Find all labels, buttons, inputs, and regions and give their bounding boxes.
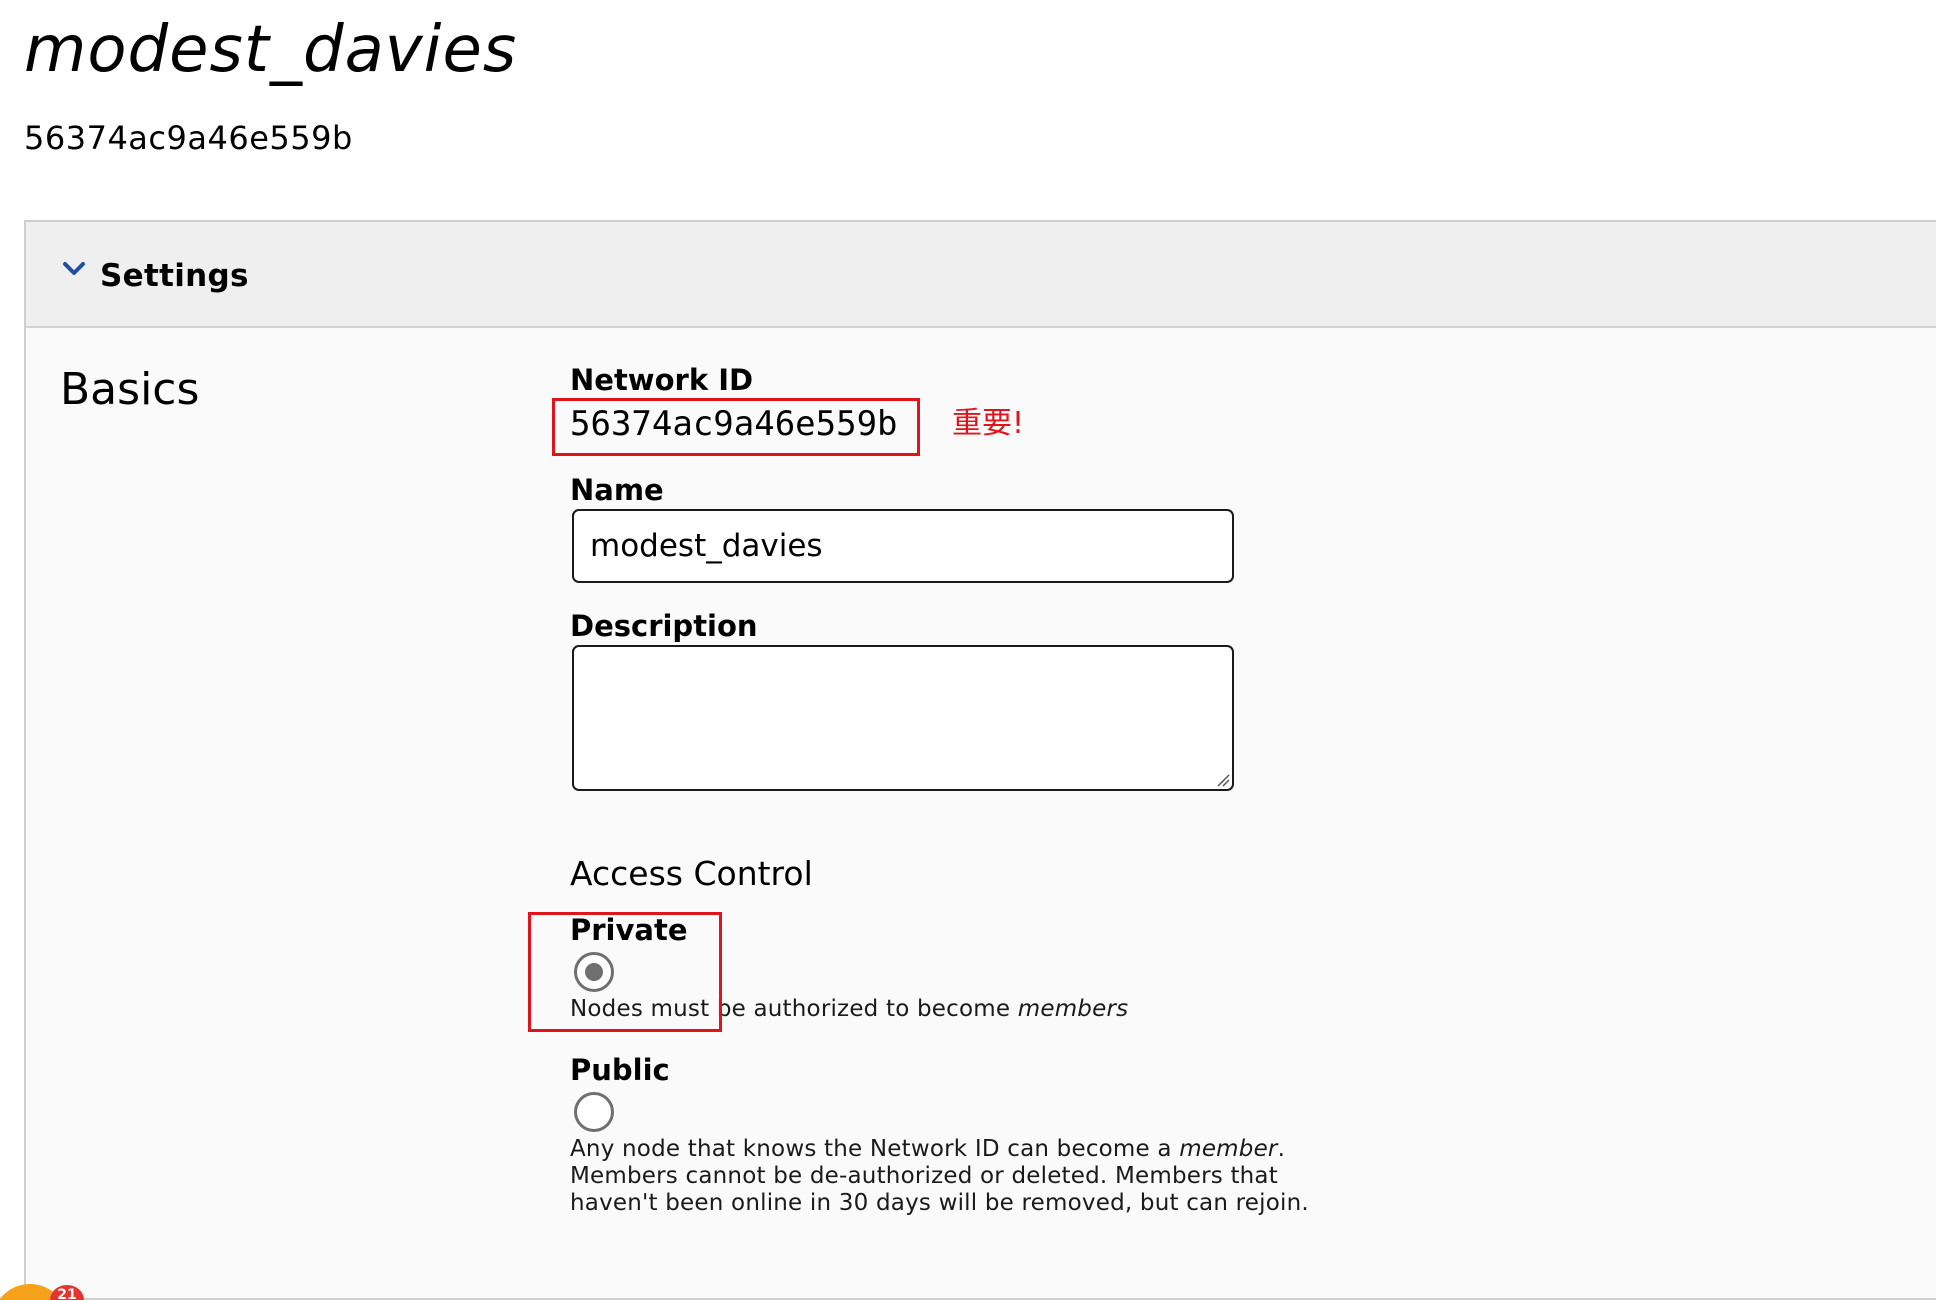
page-network-id: 56374ac9a46e559b [24, 119, 353, 157]
basics-section-title: Basics [60, 364, 200, 415]
resize-grip-icon[interactable] [1216, 773, 1230, 787]
name-label: Name [570, 473, 664, 507]
public-desc-line-1: Any node that knows the Network ID can b… [570, 1136, 1330, 1163]
description-label: Description [570, 609, 758, 643]
network-id-label: Network ID [570, 363, 754, 397]
public-desc-line-1-text: Any node that knows the Network ID can b… [570, 1136, 1180, 1162]
chevron-down-icon [63, 262, 85, 275]
public-desc-line-3: haven't been online in 30 days will be r… [570, 1190, 1309, 1216]
network-settings-page: modest_davies 56374ac9a46e559b Settings … [0, 0, 1936, 1300]
private-desc-emphasis: members [1017, 996, 1129, 1022]
public-desc-line-2: Members cannot be de-authorized or delet… [570, 1163, 1278, 1189]
public-desc-emphasis: member [1179, 1136, 1278, 1162]
public-desc-line-1-end: . [1277, 1136, 1286, 1162]
name-input[interactable] [572, 509, 1234, 583]
description-textarea[interactable] [572, 645, 1234, 791]
settings-panel: Settings Basics Network ID 56374ac9a46e5… [24, 220, 1936, 1300]
settings-header-label: Settings [100, 258, 249, 294]
public-option-description: Any node that knows the Network ID can b… [570, 1136, 1330, 1217]
public-radio[interactable] [574, 1092, 614, 1132]
network-id-highlight-box [552, 398, 920, 456]
page-title: modest_davies [24, 13, 518, 87]
settings-toggle[interactable]: Settings [26, 222, 1936, 328]
important-annotation: 重要! [952, 406, 1025, 441]
access-control-title: Access Control [570, 854, 813, 893]
public-option-label: Public [570, 1053, 670, 1087]
private-highlight-box [528, 912, 722, 1032]
